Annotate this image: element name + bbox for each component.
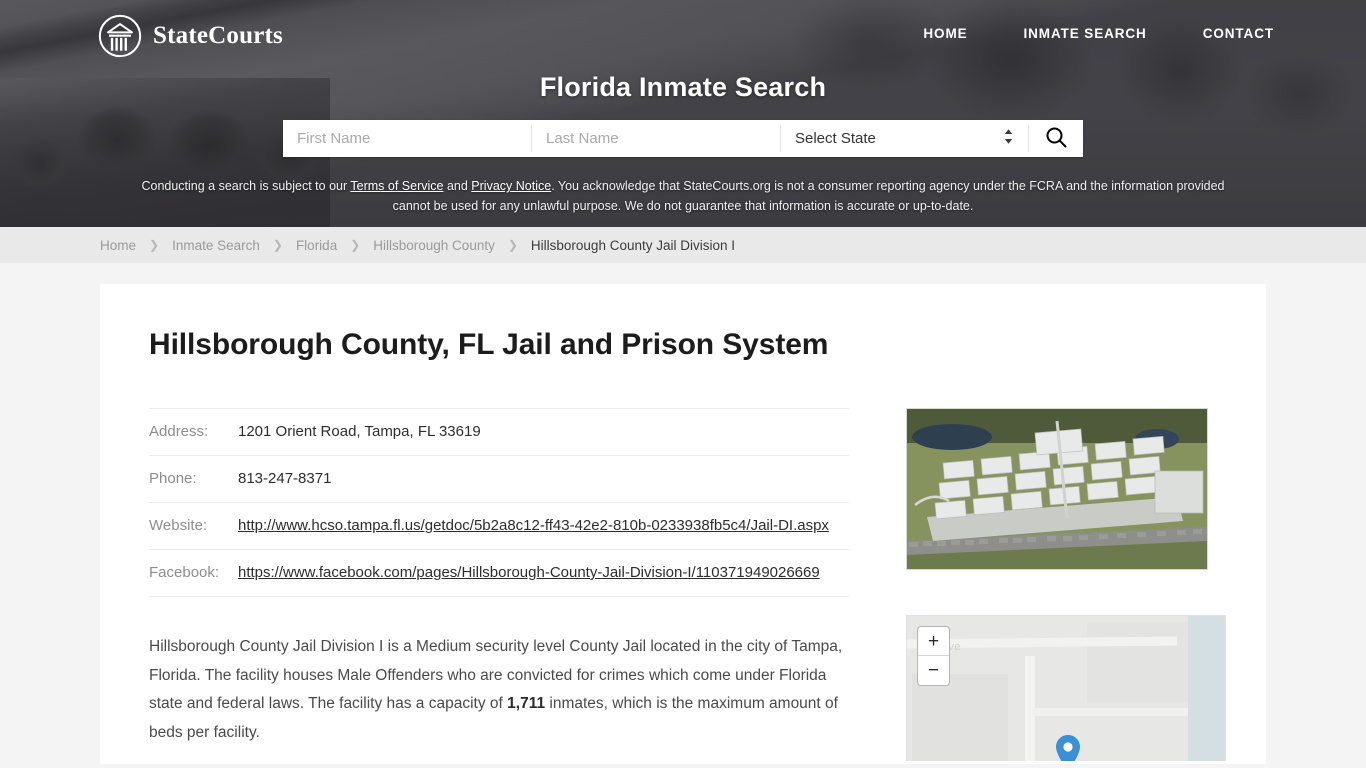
- brand-name: StateCourts: [153, 22, 283, 49]
- hero-title: Florida Inmate Search: [539, 72, 827, 102]
- search-submit-button[interactable]: [1029, 120, 1083, 157]
- map-water-area: [1188, 616, 1225, 761]
- main-navigation: HOME INMATE SEARCH CONTACT: [923, 26, 1274, 41]
- search-disclaimer: Conducting a search is subject to our Te…: [0, 176, 1366, 216]
- map-block: [1087, 622, 1197, 702]
- location-map[interactable]: Ave + −: [906, 615, 1226, 761]
- chevron-right-icon: ❯: [272, 238, 283, 252]
- map-zoom-out-button[interactable]: −: [918, 656, 949, 685]
- content-card: Hillsborough County, FL Jail and Prison …: [100, 284, 1266, 764]
- website-link[interactable]: http://www.hcso.tampa.fl.us/getdoc/5b2a8…: [238, 517, 829, 534]
- courthouse-logo-icon: [98, 14, 142, 58]
- nav-item-home[interactable]: HOME: [923, 26, 967, 41]
- nav-item-inmate-search[interactable]: INMATE SEARCH: [1024, 26, 1147, 41]
- facility-details-table: Address: 1201 Orient Road, Tampa, FL 336…: [149, 408, 849, 597]
- capacity-value: 1,711: [507, 695, 546, 712]
- breadcrumb-item-home[interactable]: Home: [100, 238, 136, 253]
- breadcrumb-bar: Home ❯ Inmate Search ❯ Florida ❯ Hillsbo…: [0, 227, 1366, 263]
- address-value: 1201 Orient Road, Tampa, FL 33619: [238, 423, 481, 440]
- table-row: Address: 1201 Orient Road, Tampa, FL 336…: [149, 408, 849, 456]
- facility-description: Hillsborough County Jail Division I is a…: [149, 633, 849, 747]
- map-marker-icon[interactable]: [1055, 734, 1081, 761]
- breadcrumb-item-inmate-search[interactable]: Inmate Search: [172, 238, 260, 253]
- address-label: Address:: [149, 423, 209, 440]
- breadcrumb-item-current: Hillsborough County Jail Division I: [530, 237, 735, 253]
- facebook-value: https://www.facebook.com/pages/Hillsboro…: [237, 550, 849, 597]
- brand-logo[interactable]: StateCourts: [98, 14, 283, 58]
- breadcrumb-item-florida[interactable]: Florida: [296, 238, 337, 253]
- terms-of-service-link[interactable]: Terms of Service: [350, 179, 443, 193]
- nav-item-contact[interactable]: CONTACT: [1203, 26, 1274, 41]
- website-value: http://www.hcso.tampa.fl.us/getdoc/5b2a8…: [237, 503, 849, 550]
- site-header: StateCourts HOME INMATE SEARCH CONTACT F…: [0, 0, 1366, 227]
- map-zoom-in-button[interactable]: +: [918, 627, 949, 656]
- breadcrumb-item-hillsborough-county[interactable]: Hillsborough County: [373, 238, 495, 253]
- table-row: Website: http://www.hcso.tampa.fl.us/get…: [149, 503, 849, 550]
- facebook-link[interactable]: https://www.facebook.com/pages/Hillsboro…: [238, 564, 820, 581]
- phone-value: 813-247-8371: [238, 470, 332, 487]
- disclaimer-part-1: Conducting a search is subject to our: [141, 179, 351, 193]
- map-road: [1032, 708, 1192, 716]
- page-title: Hillsborough County, FL Jail and Prison …: [149, 328, 829, 361]
- table-row: Phone: 813-247-8371: [149, 456, 849, 503]
- page-body: Hillsborough County, FL Jail and Prison …: [0, 263, 1366, 764]
- disclaimer-part-2: and: [443, 179, 472, 193]
- chevron-right-icon: ❯: [149, 238, 160, 252]
- first-name-input[interactable]: [283, 120, 531, 157]
- chevron-right-icon: ❯: [507, 238, 518, 252]
- table-row: Facebook: https://www.facebook.com/pages…: [149, 550, 849, 597]
- breadcrumb: Home ❯ Inmate Search ❯ Florida ❯ Hillsbo…: [100, 238, 735, 253]
- inmate-search-form: Select State: [283, 120, 1083, 157]
- aerial-photo-of-jail-complex: [906, 408, 1208, 570]
- website-label: Website:: [149, 517, 208, 534]
- search-icon: [1045, 126, 1067, 151]
- privacy-notice-link[interactable]: Privacy Notice: [471, 179, 551, 193]
- map-block: [912, 674, 1008, 761]
- phone-label: Phone:: [149, 470, 197, 487]
- state-select[interactable]: Select State: [781, 130, 1028, 147]
- chevron-right-icon: ❯: [350, 238, 361, 252]
- map-zoom-controls: + −: [917, 626, 950, 686]
- facebook-label: Facebook:: [149, 564, 220, 581]
- media-column: Ave + −: [849, 408, 1226, 761]
- last-name-input[interactable]: [532, 120, 780, 157]
- facility-details-column: Address: 1201 Orient Road, Tampa, FL 336…: [149, 408, 849, 761]
